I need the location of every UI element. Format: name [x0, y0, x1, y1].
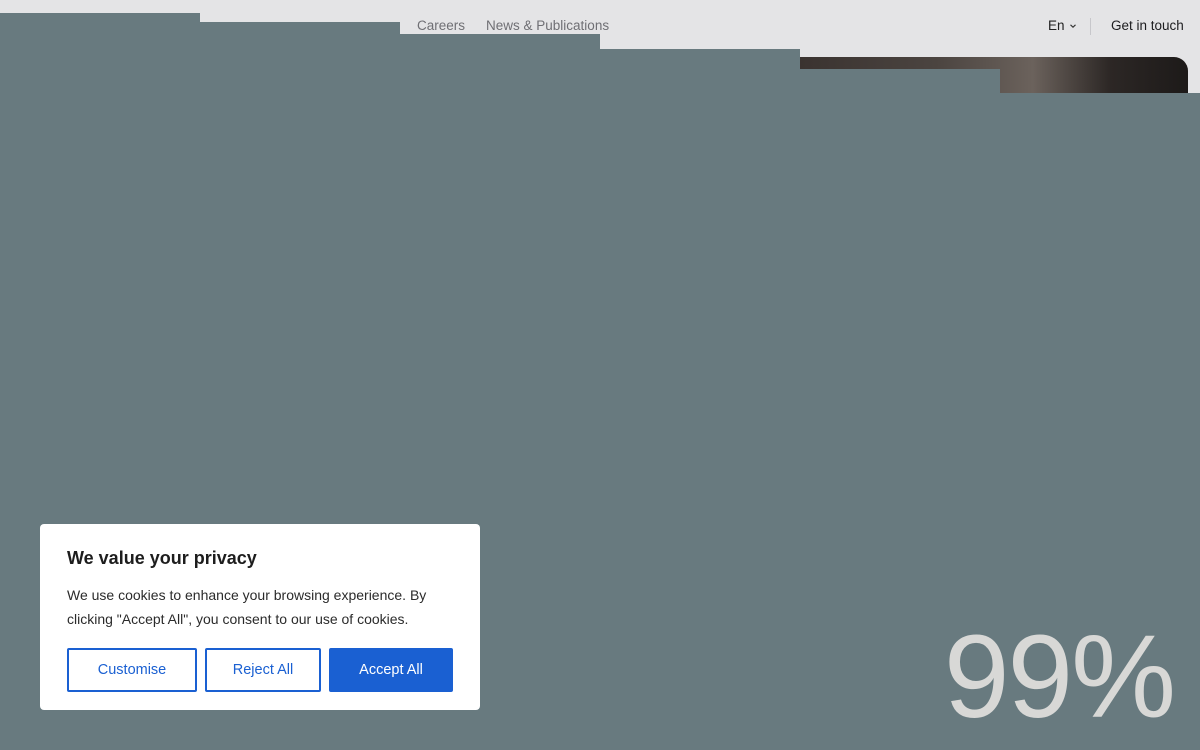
language-selector[interactable]: En	[1048, 18, 1077, 33]
nav-link-careers[interactable]: Careers	[417, 18, 465, 33]
primary-nav: Careers News & Publications	[417, 18, 609, 33]
hero-stat: 99%	[943, 611, 1176, 743]
cookie-banner-text: We use cookies to enhance your browsing …	[67, 587, 427, 627]
cookie-banner-title: We value your privacy	[67, 548, 257, 568]
overlay-step-4	[600, 49, 800, 750]
accept-all-button[interactable]: Accept All	[329, 648, 453, 692]
nav-link-news-publications[interactable]: News & Publications	[486, 18, 609, 33]
cookie-banner-actions: Customise Reject All Accept All	[67, 648, 453, 692]
nav-divider	[1090, 18, 1091, 35]
chevron-down-icon	[1069, 23, 1076, 28]
customise-button[interactable]: Customise	[67, 648, 197, 692]
get-in-touch-link[interactable]: Get in touch	[1111, 18, 1184, 33]
language-label: En	[1048, 18, 1065, 33]
cookie-consent-banner: We value your privacy We use cookies to …	[40, 524, 480, 710]
reject-all-button[interactable]: Reject All	[205, 648, 321, 692]
